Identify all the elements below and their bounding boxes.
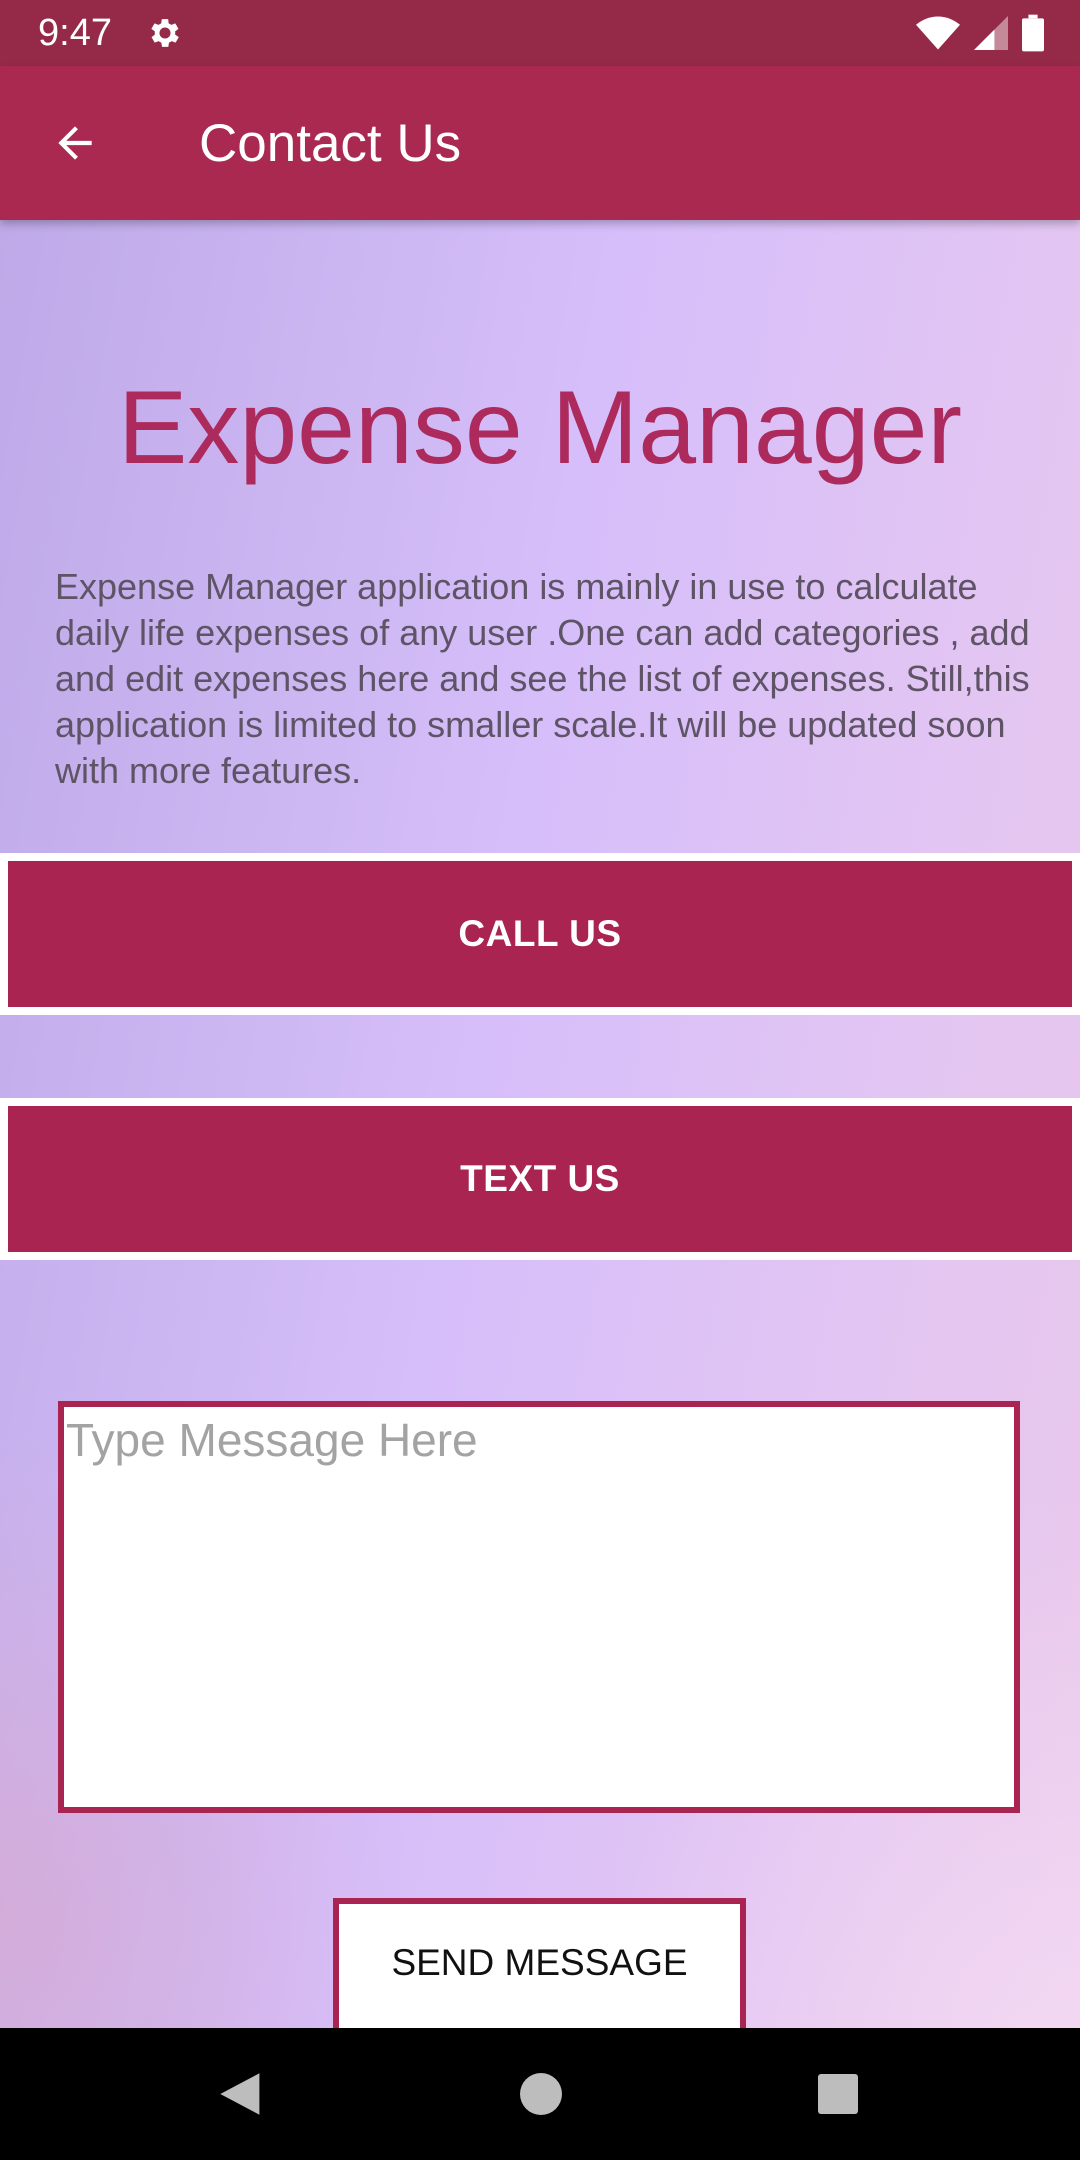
call-us-button-frame: CALL US	[0, 853, 1080, 1015]
call-us-button[interactable]: CALL US	[8, 861, 1072, 1007]
page-title: Contact Us	[199, 114, 462, 173]
recents-square-icon[interactable]	[818, 2074, 858, 2114]
arrow-left-icon[interactable]	[50, 118, 100, 168]
status-icons	[916, 14, 1044, 52]
back-triangle-icon[interactable]	[218, 2071, 264, 2117]
status-bar: 9:47	[0, 0, 1080, 66]
content-area: Expense Manager Expense Manager applicat…	[0, 220, 1080, 2028]
navigation-bar	[0, 2028, 1080, 2160]
text-us-button[interactable]: TEXT US	[8, 1106, 1072, 1252]
message-input[interactable]	[66, 1413, 1014, 1807]
home-circle-icon[interactable]	[520, 2073, 562, 2115]
message-field-frame	[58, 1401, 1020, 1813]
battery-icon	[1022, 14, 1044, 52]
contact-us-screen: 9:47 Contact Us Expense Manager Expense …	[0, 0, 1080, 2160]
wifi-icon	[916, 16, 960, 50]
signal-icon	[974, 16, 1008, 50]
send-message-button[interactable]: SEND MESSAGE	[333, 1898, 746, 2028]
app-description: Expense Manager application is mainly in…	[55, 566, 1030, 791]
status-time: 9:47	[38, 12, 112, 54]
gear-icon	[151, 19, 179, 47]
app-bar: Contact Us	[0, 66, 1080, 220]
text-us-button-frame: TEXT US	[0, 1098, 1080, 1260]
app-name-heading: Expense Manager	[117, 370, 963, 486]
